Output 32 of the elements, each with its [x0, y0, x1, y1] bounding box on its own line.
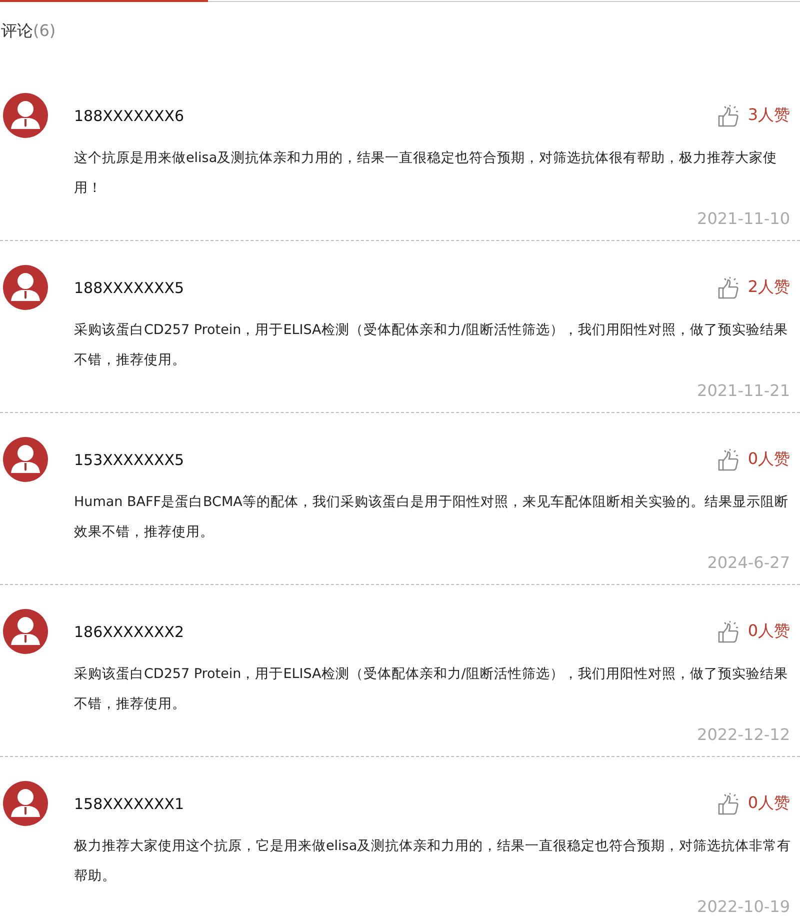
avatar-icon	[3, 781, 48, 826]
thumbs-up-icon[interactable]	[716, 104, 741, 126]
comment-text: 这个抗原是用来做elisa及测抗体亲和力用的，结果一直很稳定也符合预期，对筛选抗体很有帮助，极力推荐大家使用！	[74, 149, 778, 198]
like-count: 0人赞	[748, 449, 790, 470]
avatar-icon	[3, 93, 48, 138]
comment-date: 2024-6-27	[707, 553, 790, 573]
comment-date: 2021-11-10	[697, 209, 790, 229]
comment-date: 2021-11-21	[697, 381, 790, 401]
user-name: 186XXXXXXX2	[74, 622, 184, 640]
user-name: 188XXXXXXX5	[74, 278, 184, 296]
comment-text: 极力推荐大家使用这个抗原，它是用来做elisa及测抗体亲和力用的，结果一直很稳定也符合预期，对筛选抗体非常有帮助。	[74, 837, 792, 886]
comment-text: 采购该蛋白CD257 Protein，用于ELISA检测（受体配体亲和力/阻断活性筛选），我们用阳性对照，做了预实验结果不错，推荐使用。	[74, 665, 789, 714]
thumbs-up-icon[interactable]	[716, 276, 741, 298]
like-count: 0人赞	[748, 793, 790, 814]
avatar-icon	[3, 437, 48, 482]
comment-date: 2022-10-19	[697, 897, 790, 917]
comment-text: Human BAFF是蛋白BCMA等的配体，我们采购该蛋白是用于阳性对照，来见车配体阻断相关实验的。结果显示阻断效果不错，推荐使用。	[74, 493, 790, 542]
comments-title: 评论	[1, 21, 33, 40]
comment-text: 采购该蛋白CD257 Protein，用于ELISA检测（受体配体亲和力/阻断活性筛选），我们用阳性对照，做了预实验结果不错，推荐使用。	[74, 321, 789, 370]
comment-count: (6)	[33, 21, 56, 40]
like-count: 3人赞	[748, 105, 790, 126]
thumbs-up-icon[interactable]	[716, 792, 741, 814]
comment-date: 2022-12-12	[697, 725, 790, 745]
like-count: 2人赞	[748, 277, 790, 298]
user-name: 188XXXXXXX6	[74, 106, 184, 124]
thumbs-up-icon[interactable]	[716, 620, 741, 642]
avatar-icon	[3, 609, 48, 654]
user-name: 158XXXXXXX1	[74, 794, 184, 812]
like-count: 0人赞	[748, 621, 790, 642]
user-name: 153XXXXXXX5	[74, 450, 184, 468]
avatar-icon	[3, 265, 48, 310]
thumbs-up-icon[interactable]	[716, 448, 741, 470]
